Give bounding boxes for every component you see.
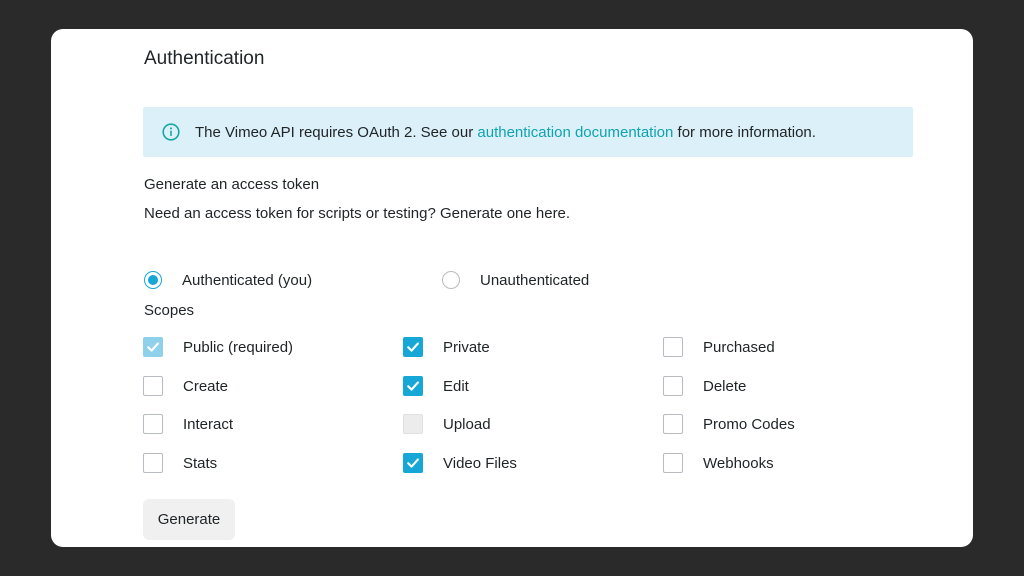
section-title: Authentication [144,48,265,69]
radio-authenticated-label: Authenticated (you) [182,271,313,289]
scopes-label: Scopes [144,302,195,319]
checkbox[interactable] [143,453,163,473]
scope-delete[interactable]: Delete [663,376,746,396]
checkbox[interactable] [663,414,683,434]
scope-video-files[interactable]: Video Files [403,453,517,473]
scope-stats-label: Stats [183,454,218,472]
checkbox[interactable] [143,414,163,434]
scope-interact[interactable]: Interact [143,414,233,434]
scope-edit[interactable]: Edit [403,376,469,396]
banner-message: The Vimeo API requires OAuth 2. See our … [195,124,816,141]
scope-purchased[interactable]: Purchased [663,337,775,357]
checkbox [403,414,423,434]
scope-stats[interactable]: Stats [143,453,217,473]
radio-dot [148,275,158,285]
scope-upload-label: Upload [443,415,491,433]
checkbox[interactable] [403,337,423,357]
scope-promo-codes-label: Promo Codes [703,415,795,433]
authentication-card: Authentication The Vimeo API requires OA… [51,29,973,547]
scope-webhooks[interactable]: Webhooks [663,453,774,473]
checkbox[interactable] [663,337,683,357]
checkmark-icon [407,458,419,468]
checkbox[interactable] [403,453,423,473]
authentication-documentation-link[interactable]: authentication documentation [477,124,673,141]
banner-text-after: for more information. [673,123,816,141]
scope-purchased-label: Purchased [703,338,775,356]
access-token-description: Need an access token for scripts or test… [144,205,571,222]
radio-unauthenticated-label: Unauthenticated [480,271,590,289]
radio-unauthenticated[interactable]: Unauthenticated [442,271,589,289]
scope-edit-label: Edit [443,377,469,395]
checkbox[interactable] [143,376,163,396]
generate-button[interactable]: Generate [143,499,235,540]
checkmark-icon [407,381,419,391]
checkmark-icon [407,342,419,352]
info-icon [162,123,180,141]
scope-create[interactable]: Create [143,376,228,396]
checkbox[interactable] [403,376,423,396]
scope-promo-codes[interactable]: Promo Codes [663,414,795,434]
checkbox[interactable] [663,376,683,396]
scope-private[interactable]: Private [403,337,490,357]
info-banner: The Vimeo API requires OAuth 2. See our … [143,107,913,157]
checkbox [143,337,163,357]
banner-text-before: The Vimeo API requires OAuth 2. See our [195,123,478,141]
checkbox[interactable] [663,453,683,473]
scope-private-label: Private [443,338,490,356]
scope-delete-label: Delete [703,377,747,395]
scope-public-label: Public (required) [183,338,294,356]
scope-interact-label: Interact [183,415,234,433]
scope-upload: Upload [403,414,491,434]
access-token-heading: Generate an access token [144,176,320,193]
scope-create-label: Create [183,377,229,395]
radio-circle[interactable] [144,271,162,289]
scope-video-files-label: Video Files [443,454,517,472]
radio-authenticated[interactable]: Authenticated (you) [144,271,312,289]
scope-public: Public (required) [143,337,293,357]
scope-webhooks-label: Webhooks [703,454,774,472]
radio-circle[interactable] [442,271,460,289]
checkmark-icon [147,342,159,352]
